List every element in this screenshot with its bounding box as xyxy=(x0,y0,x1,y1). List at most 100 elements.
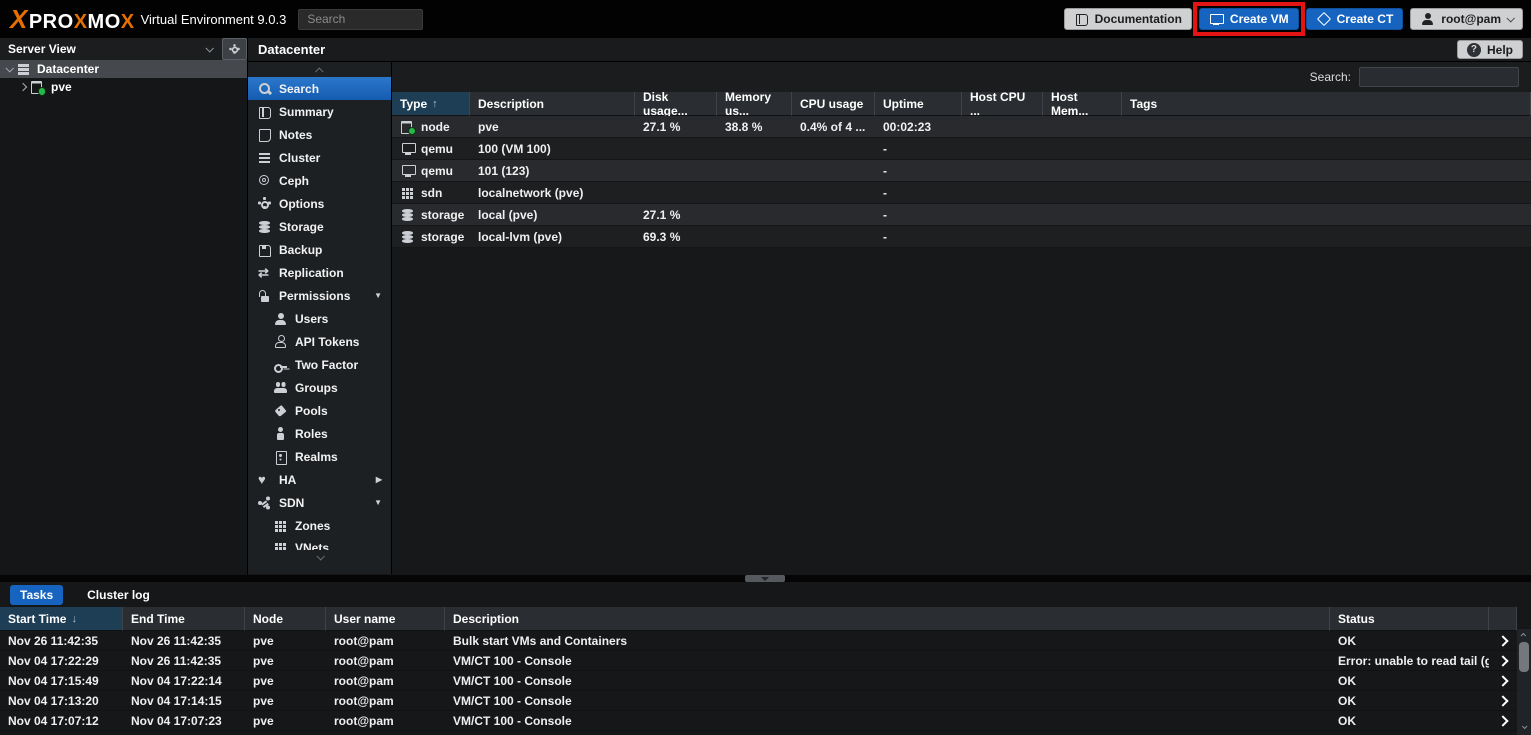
task-expand-button[interactable] xyxy=(1489,711,1517,731)
menu-item[interactable]: SDN ▼ xyxy=(248,491,391,514)
task-description: VM/CT 100 - Console xyxy=(445,651,1330,671)
menu-item[interactable]: Roles xyxy=(248,422,391,445)
scroll-down-arrow[interactable] xyxy=(1517,723,1531,735)
task-expand-button[interactable] xyxy=(1489,651,1517,671)
menu-item[interactable]: Realms xyxy=(248,445,391,468)
search-toolbar: Search: xyxy=(392,62,1531,92)
menu-item-label: API Tokens xyxy=(295,334,360,349)
tree-node[interactable]: Datacenter xyxy=(0,60,247,78)
panel-splitter[interactable] xyxy=(0,575,1531,582)
resource-row[interactable]: qemu 100 (VM 100) - xyxy=(392,138,1531,160)
menu-item[interactable]: Backup xyxy=(248,238,391,261)
bottom-tab[interactable]: Tasks xyxy=(10,584,64,605)
storage-icon xyxy=(257,220,272,234)
tree-expander-icon[interactable] xyxy=(18,82,28,92)
bottom-tab[interactable]: Cluster log xyxy=(77,585,160,605)
view-select-dropdown[interactable]: Server View xyxy=(0,38,220,60)
column-header[interactable]: Status xyxy=(1330,607,1489,631)
menu-item[interactable]: Cluster xyxy=(248,146,391,169)
column-header[interactable]: Host CPU ... xyxy=(962,90,1043,118)
menu-scroll-up[interactable] xyxy=(248,64,391,77)
user-menu-button[interactable]: root@pam xyxy=(1410,8,1523,30)
resource-row[interactable]: node pve 27.1 % 38.8 % 0.4% of 4 ... 00:… xyxy=(392,116,1531,138)
create-vm-label: Create VM xyxy=(1229,12,1289,26)
menu-item[interactable]: API Tokens xyxy=(248,330,391,353)
user-o-icon xyxy=(273,335,288,349)
column-header[interactable]: Description xyxy=(445,607,1330,631)
resource-search-input[interactable] xyxy=(1359,67,1519,87)
column-header[interactable]: Memory us... xyxy=(717,90,792,118)
resource-row[interactable]: qemu 101 (123) - xyxy=(392,160,1531,182)
documentation-label: Documentation xyxy=(1094,12,1182,26)
left-panel: Server View Datacenter pve xyxy=(0,38,248,575)
uptime: - xyxy=(875,160,962,182)
task-row[interactable]: Nov 04 17:22:29 Nov 26 11:42:35 pve root… xyxy=(0,651,1517,671)
menu-item[interactable]: Permissions ▼ xyxy=(248,284,391,307)
column-header[interactable]: Start Time ↓ xyxy=(0,607,123,631)
menu-item[interactable]: HA ▶ xyxy=(248,468,391,491)
menu-scroll-down[interactable] xyxy=(248,550,391,563)
global-search-input[interactable] xyxy=(298,8,424,30)
heart-icon xyxy=(257,473,272,487)
tree-expander-icon[interactable] xyxy=(5,64,14,73)
resource-row[interactable]: storage local-lvm (pve) 69.3 % - xyxy=(392,226,1531,248)
column-header[interactable] xyxy=(1489,607,1517,631)
logo-letter: X xyxy=(10,3,28,34)
resource-type: qemu xyxy=(421,163,454,178)
menu-item[interactable]: Pools xyxy=(248,399,391,422)
menu-item[interactable]: VNets xyxy=(248,537,391,550)
column-header[interactable]: Disk usage... xyxy=(635,90,717,118)
create-vm-wrapper: Create VM xyxy=(1192,2,1305,36)
menu-item[interactable]: Options xyxy=(248,192,391,215)
host-mem xyxy=(1043,182,1122,204)
create-vm-button[interactable]: Create VM xyxy=(1198,8,1299,30)
task-row[interactable]: Nov 04 17:13:20 Nov 04 17:14:15 pve root… xyxy=(0,691,1517,711)
column-header[interactable]: Host Mem... xyxy=(1043,90,1122,118)
resource-row[interactable]: storage local (pve) 27.1 % - xyxy=(392,204,1531,226)
menu-item[interactable]: Users xyxy=(248,307,391,330)
scroll-up-arrow[interactable] xyxy=(1517,629,1531,641)
column-header[interactable]: End Time xyxy=(123,607,245,631)
tree-settings-button[interactable] xyxy=(222,38,247,60)
menu-item[interactable]: Two Factor xyxy=(248,353,391,376)
proxmox-app: XPROXMOX Virtual Environment 9.0.3 Docum… xyxy=(0,0,1531,735)
task-status: OK xyxy=(1330,691,1489,711)
task-user: root@pam xyxy=(326,671,445,691)
task-expand-button[interactable] xyxy=(1489,631,1517,651)
host-cpu xyxy=(962,204,1043,226)
memory-usage: 38.8 % xyxy=(717,116,792,138)
documentation-button[interactable]: Documentation xyxy=(1063,8,1192,30)
task-row[interactable]: Nov 04 17:07:12 Nov 04 17:07:23 pve root… xyxy=(0,711,1517,731)
column-header[interactable]: Tags xyxy=(1122,92,1531,116)
resource-row[interactable]: sdn localnetwork (pve) - xyxy=(392,182,1531,204)
menu-item[interactable]: Groups xyxy=(248,376,391,399)
host-cpu xyxy=(962,182,1043,204)
column-header[interactable]: Node xyxy=(245,607,326,631)
task-row[interactable]: Nov 04 17:15:49 Nov 04 17:22:14 pve root… xyxy=(0,671,1517,691)
menu-item[interactable]: Notes xyxy=(248,123,391,146)
menu-item[interactable]: Replication xyxy=(248,261,391,284)
column-header[interactable]: Uptime xyxy=(875,92,962,116)
resource-description: 100 (VM 100) xyxy=(470,138,635,160)
column-header[interactable]: User name xyxy=(326,607,445,631)
menu-item[interactable]: Search xyxy=(248,77,391,100)
version-text: Virtual Environment 9.0.3 xyxy=(140,11,287,27)
help-button[interactable]: Help xyxy=(1456,40,1523,59)
create-ct-button[interactable]: Create CT xyxy=(1305,8,1404,30)
task-expand-button[interactable] xyxy=(1489,671,1517,691)
menu-item[interactable]: Summary xyxy=(248,100,391,123)
resource-description: pve xyxy=(470,116,635,138)
vertical-scrollbar[interactable] xyxy=(1517,629,1531,735)
menu-item[interactable]: Ceph xyxy=(248,169,391,192)
scrollbar-thumb[interactable] xyxy=(1519,642,1529,672)
tree-node[interactable]: pve xyxy=(0,78,247,96)
column-header[interactable]: Type ↑ xyxy=(392,92,470,116)
column-header[interactable]: CPU usage xyxy=(792,92,875,116)
menu-item-label: VNets xyxy=(295,541,330,550)
menu-item[interactable]: Storage xyxy=(248,215,391,238)
task-expand-button[interactable] xyxy=(1489,691,1517,711)
splitter-handle[interactable] xyxy=(745,575,785,582)
task-row[interactable]: Nov 26 11:42:35 Nov 26 11:42:35 pve root… xyxy=(0,631,1517,651)
menu-item[interactable]: Zones xyxy=(248,514,391,537)
column-header[interactable]: Description xyxy=(470,92,635,116)
